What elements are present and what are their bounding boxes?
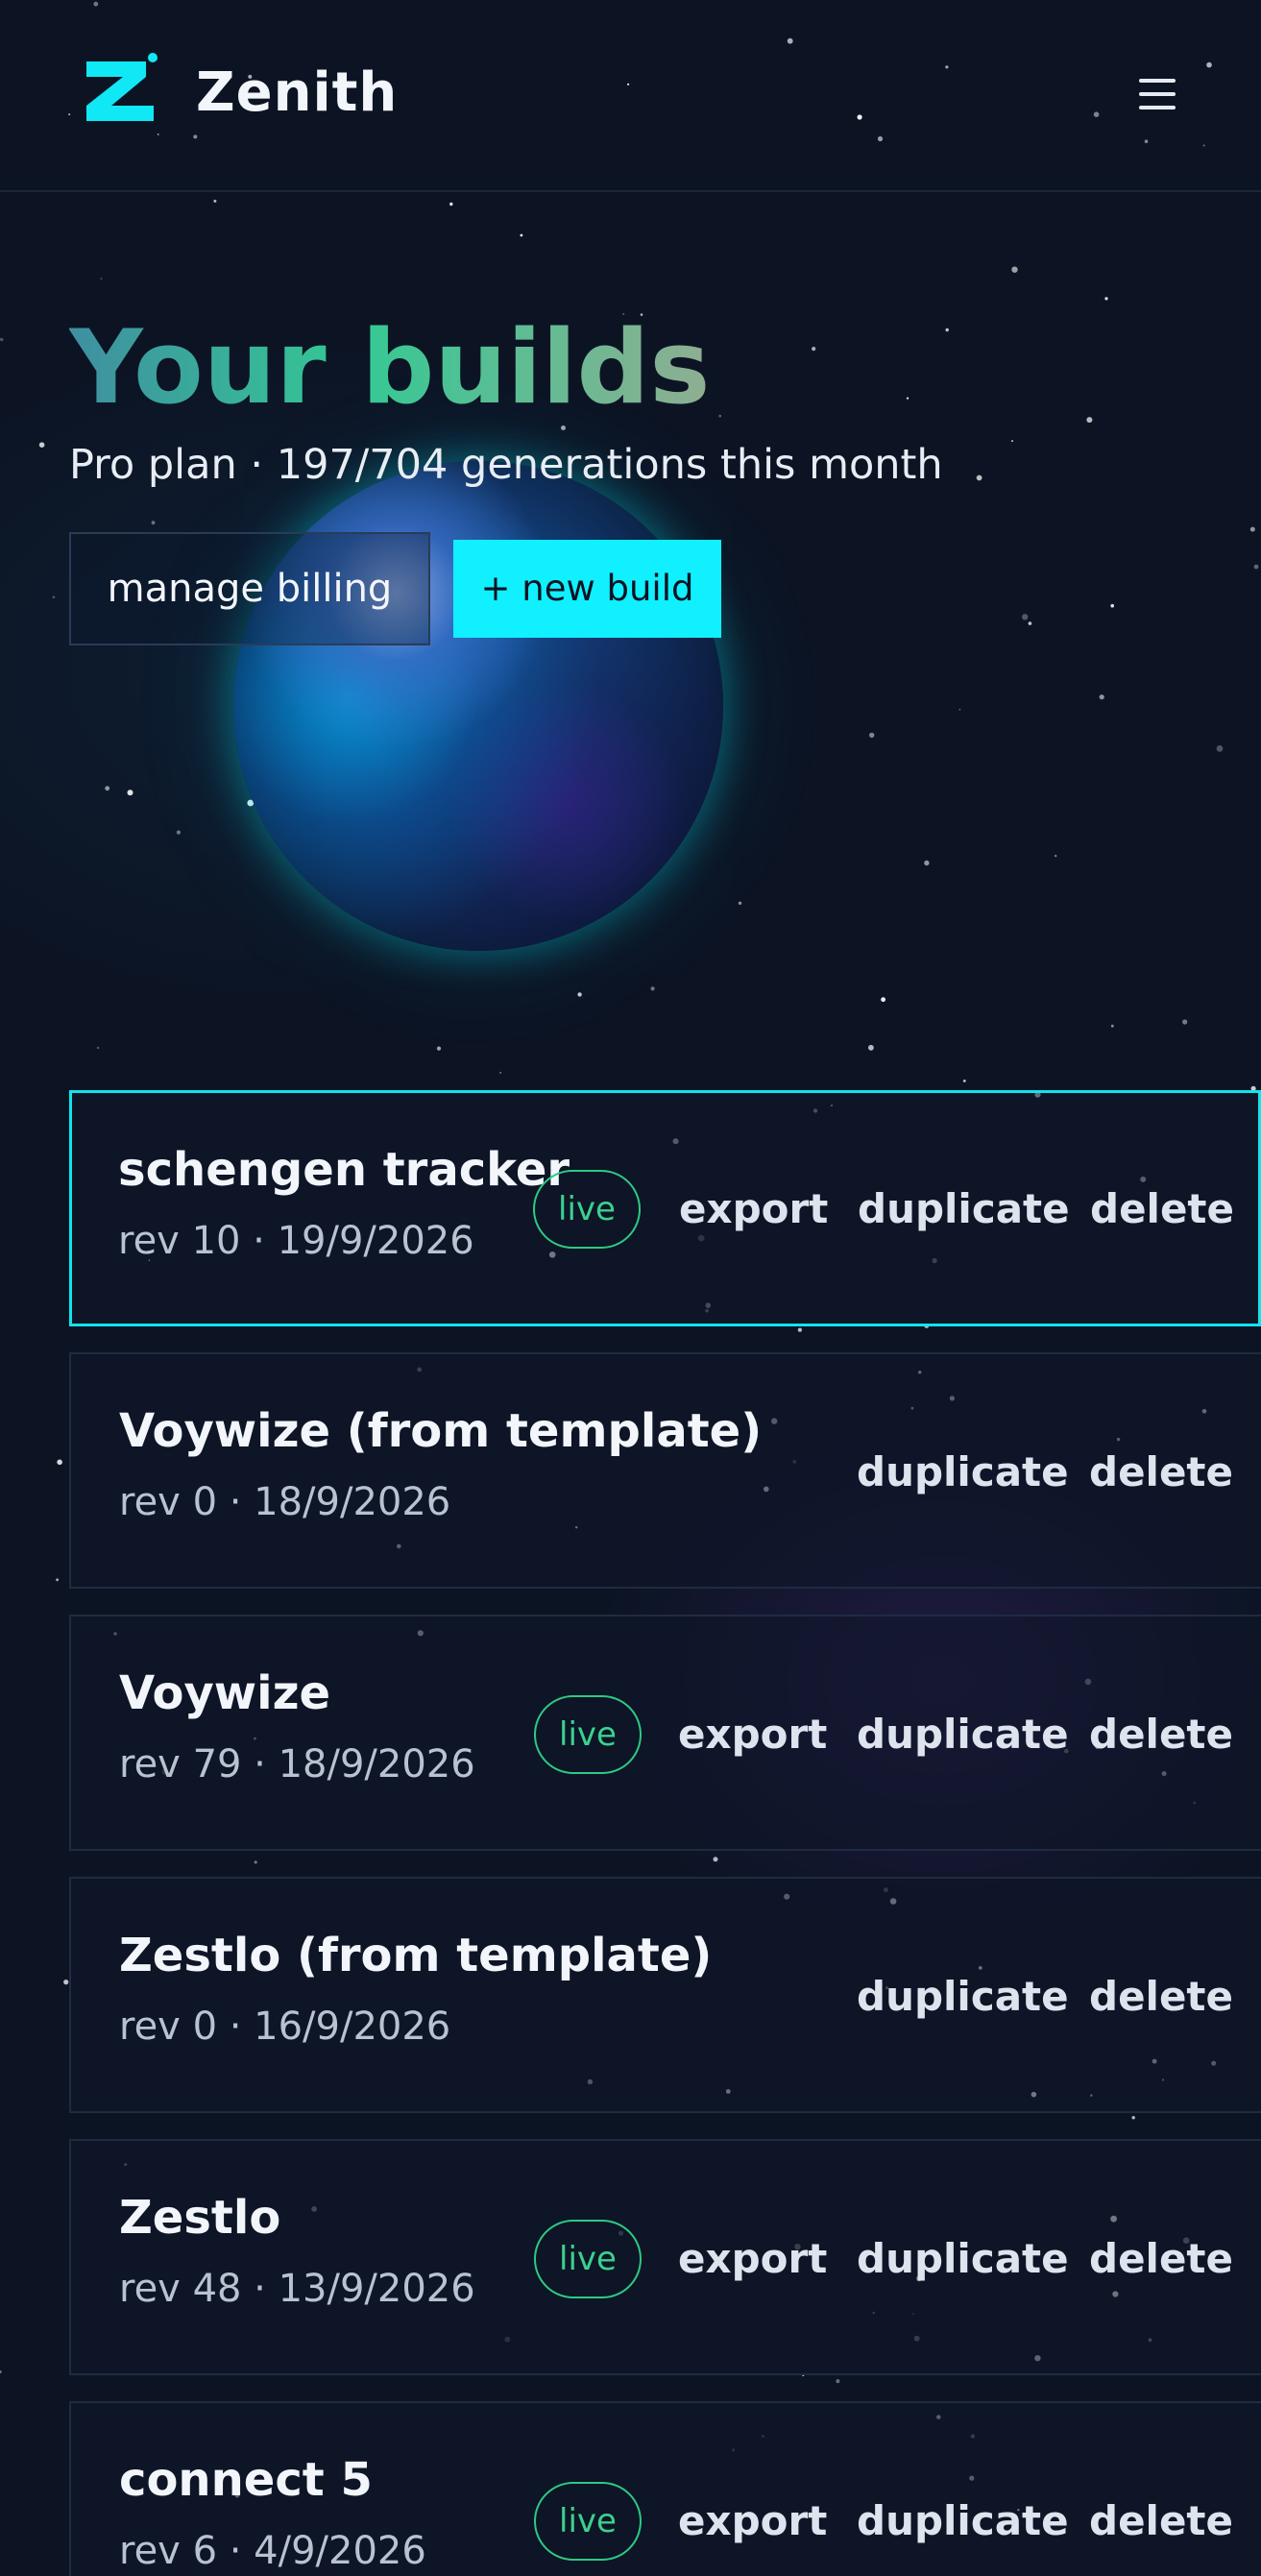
star <box>881 997 885 1003</box>
star <box>57 1459 62 1466</box>
star <box>958 708 961 711</box>
manage-billing-button[interactable]: manage billing <box>69 532 430 645</box>
live-status-badge: live <box>533 1170 641 1249</box>
star <box>1216 745 1224 752</box>
star <box>1249 526 1255 532</box>
plan-usage-text: Pro plan · 197/704 generations this mont… <box>69 441 943 489</box>
star <box>906 397 909 400</box>
star <box>945 328 949 332</box>
star <box>1028 621 1032 625</box>
build-name[interactable]: Voywize <box>119 1665 330 1722</box>
star <box>976 474 982 481</box>
duplicate-button[interactable]: duplicate <box>857 1971 1069 2023</box>
top-bar: Zenith <box>0 0 1261 192</box>
brand-name[interactable]: Zenith <box>196 60 398 127</box>
duplicate-button[interactable]: duplicate <box>857 2495 1069 2547</box>
build-meta: rev 6 · 4/9/2026 <box>119 2529 426 2573</box>
duplicate-button[interactable]: duplicate <box>858 1183 1070 1235</box>
new-build-button[interactable]: + new build <box>453 540 721 638</box>
build-meta: rev 10 · 19/9/2026 <box>118 1219 474 1263</box>
build-meta: rev 79 · 18/9/2026 <box>119 1742 475 1786</box>
delete-button[interactable]: delete <box>1089 1971 1233 2023</box>
build-list: schengen tracker rev 10 · 19/9/2026 live ex… <box>69 1090 1261 2576</box>
zenith-logo-icon[interactable] <box>83 52 159 129</box>
star <box>738 901 742 905</box>
star <box>151 521 156 525</box>
duplicate-button[interactable]: duplicate <box>857 1446 1069 1498</box>
build-name[interactable]: Voywize (from template) <box>119 1402 762 1460</box>
delete-button[interactable]: delete <box>1089 1709 1233 1761</box>
build-name[interactable]: Zestlo <box>119 2189 280 2247</box>
build-card[interactable]: schengen tracker rev 10 · 19/9/2026 live ex… <box>69 1090 1261 1326</box>
build-card[interactable]: connect 5 rev 6 · 4/9/2026 live export dupli… <box>69 2401 1261 2576</box>
star <box>1011 440 1013 443</box>
live-status-badge: live <box>534 1695 642 1774</box>
build-meta: rev 48 · 13/9/2026 <box>119 2267 475 2311</box>
build-meta: rev 0 · 18/9/2026 <box>119 1480 451 1524</box>
build-card[interactable]: Voywize rev 79 · 18/9/2026 live export dupli… <box>69 1615 1261 1851</box>
hamburger-menu-icon[interactable] <box>1135 79 1179 117</box>
star <box>1099 694 1104 700</box>
star <box>52 595 56 598</box>
app-root: Zenith Your builds Pro plan · 197/704 ge… <box>0 0 1261 2576</box>
star <box>96 1046 100 1050</box>
star <box>1110 603 1114 608</box>
star <box>812 347 816 352</box>
star <box>127 790 133 796</box>
star <box>1055 854 1057 858</box>
star <box>1110 1024 1114 1028</box>
duplicate-button[interactable]: duplicate <box>857 1709 1069 1761</box>
star <box>718 414 722 418</box>
delete-button[interactable]: delete <box>1089 2233 1233 2285</box>
star <box>577 992 582 997</box>
delete-button[interactable]: delete <box>1089 1446 1233 1498</box>
delete-button[interactable]: delete <box>1090 1183 1234 1235</box>
star <box>1011 266 1018 273</box>
build-name[interactable]: schengen tracker <box>118 1141 570 1199</box>
build-name[interactable]: connect 5 <box>119 2451 373 2509</box>
star <box>0 337 4 342</box>
star <box>1182 1019 1188 1025</box>
live-status-badge: live <box>534 2482 642 2561</box>
build-card[interactable]: Voywize (from template) rev 0 · 18/9/2026… <box>69 1352 1261 1589</box>
star <box>499 1071 502 1074</box>
build-name[interactable]: Zestlo (from template) <box>119 1927 712 1984</box>
star <box>213 199 217 203</box>
star <box>1086 417 1093 424</box>
build-card[interactable]: Zestlo rev 48 · 13/9/2026 live export duplic… <box>69 2139 1261 2375</box>
export-button[interactable]: export <box>678 1709 827 1761</box>
star <box>924 860 930 866</box>
star <box>1022 614 1029 620</box>
export-button[interactable]: export <box>678 2233 827 2285</box>
duplicate-button[interactable]: duplicate <box>857 2233 1069 2285</box>
star <box>0 2369 2 2374</box>
export-button[interactable]: export <box>679 1183 828 1235</box>
star <box>869 732 875 739</box>
star <box>1253 564 1259 570</box>
delete-button[interactable]: delete <box>1089 2495 1233 2547</box>
build-card[interactable]: Zestlo (from template) rev 0 · 16/9/2026 d… <box>69 1877 1261 2113</box>
export-button[interactable]: export <box>678 2495 827 2547</box>
star <box>100 278 103 280</box>
build-meta: rev 0 · 16/9/2026 <box>119 2005 451 2049</box>
star <box>176 830 181 835</box>
star <box>962 1080 966 1082</box>
page-title: Your builds <box>69 305 710 430</box>
star <box>38 442 45 449</box>
star <box>436 1046 442 1051</box>
star <box>63 1980 69 1985</box>
star <box>520 233 523 237</box>
star <box>868 1044 874 1051</box>
star <box>449 202 453 207</box>
star <box>56 1578 59 1582</box>
live-status-badge: live <box>534 2220 642 2298</box>
star <box>1104 297 1108 301</box>
star <box>105 786 110 791</box>
star <box>650 986 655 991</box>
